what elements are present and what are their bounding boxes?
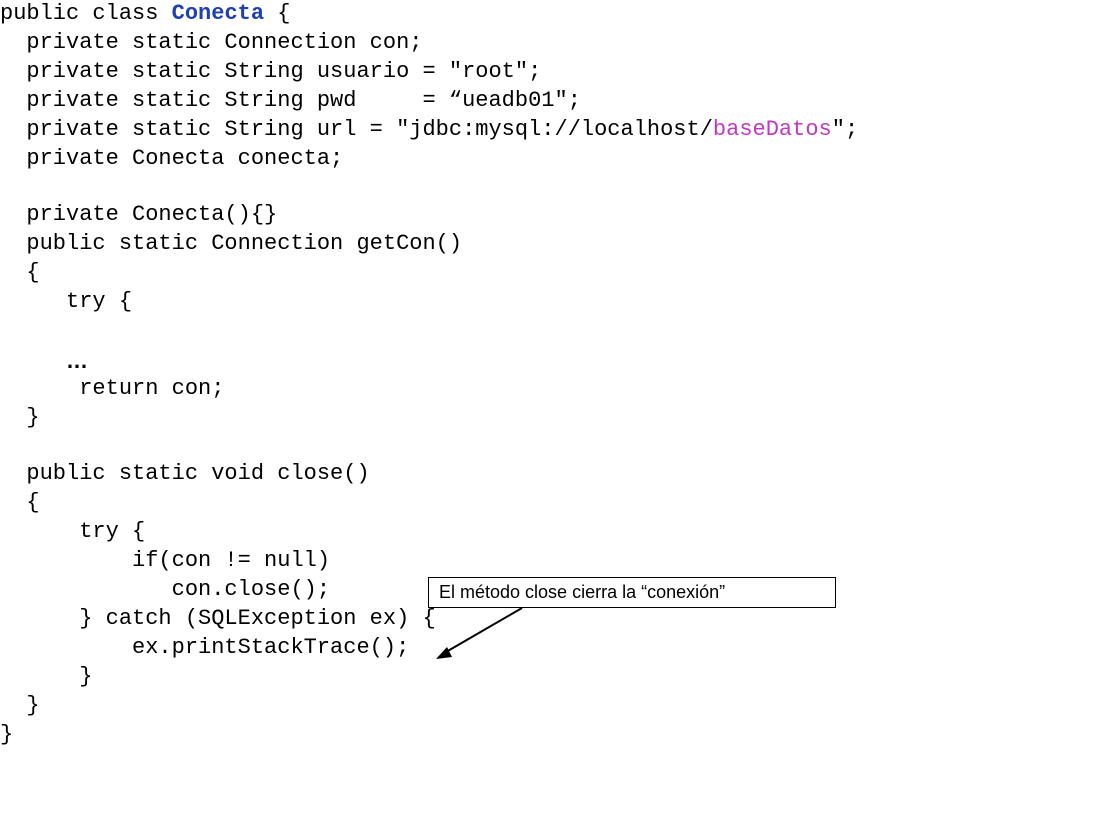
code-line-class-close: } [0,722,14,747]
code-line-open-brace-2: { [0,490,40,515]
code-block: public class Conecta { private static Co… [0,0,858,747]
code-line-catch-close: } [0,664,93,689]
code-line-field-pwd: private static String pwd = “ueadb01"; [0,88,581,113]
callout-arrow-line [445,607,523,653]
code-line-catch: } catch (SQLException ex) { [0,606,436,631]
code-line-field-url: private static String url = "jdbc:mysql:… [0,117,859,142]
code-line-class-declaration: public class Conecta { [0,1,291,26]
code-line-printstacktrace: ex.printStackTrace(); [0,635,410,660]
code-line-field-conecta: private Conecta conecta; [0,146,344,171]
code-line-constructor: private Conecta(){} [0,202,278,227]
code-line-getcon-signature: public static Connection getCon() [0,231,463,256]
code-line-if: if(con != null) [0,548,331,573]
code-line-ellipsis: … [66,348,89,373]
callout-arrow-head [436,647,452,659]
annotation-callout: El método close cierra la “conexión” [428,577,836,608]
database-name: baseDatos [712,117,832,142]
code-line-field-usuario: private static String usuario = "root"; [0,59,542,84]
code-line-field-con: private static Connection con; [0,30,423,55]
code-line-try: try { [0,289,133,314]
code-line-con-close: con.close(); [0,577,331,602]
code-line-close-brace: } [0,405,40,430]
code-line-close-signature: public static void close() [0,461,370,486]
class-name: Conecta [171,1,265,26]
code-line-return: return con; [0,376,225,401]
code-line-open-brace: { [0,260,40,285]
code-line-try-2: try { [0,519,146,544]
code-line-method-close: } [0,693,40,718]
